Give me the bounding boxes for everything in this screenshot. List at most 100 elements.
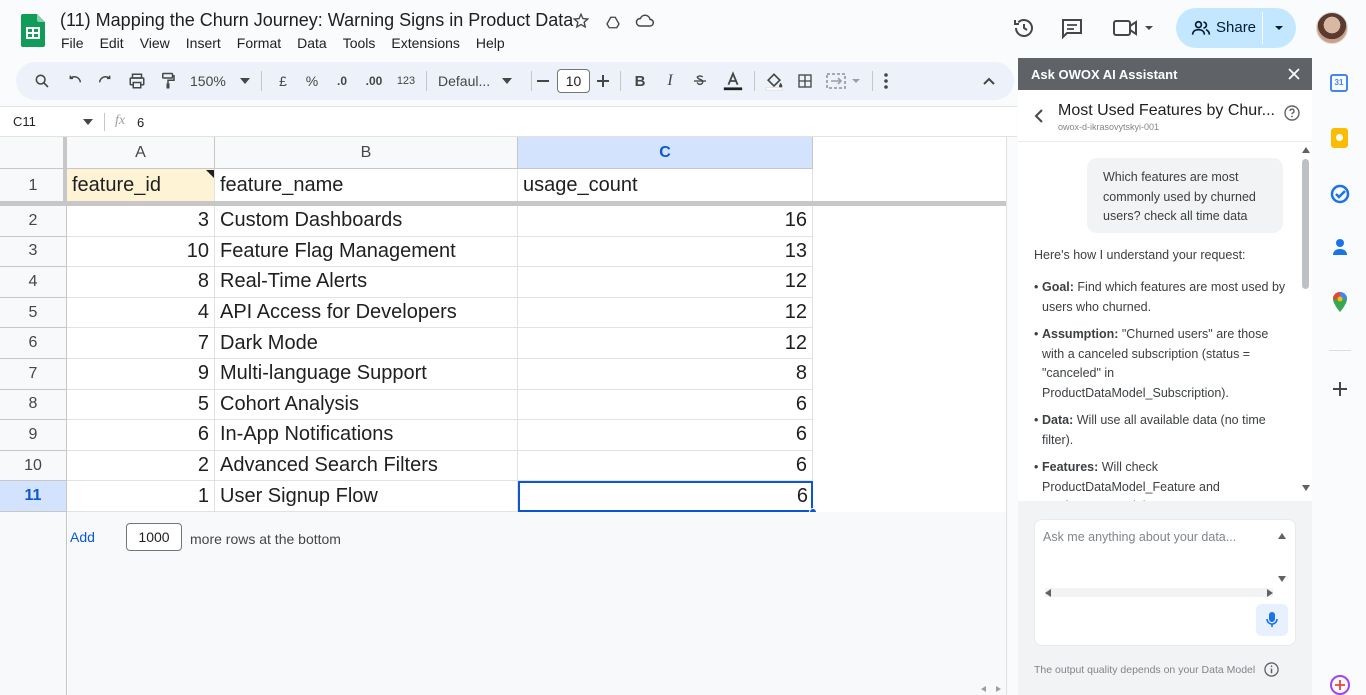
cell-usage-count[interactable]: 13 [518, 236, 813, 268]
comments-icon[interactable] [1060, 16, 1084, 40]
document-title[interactable]: (11) Mapping the Churn Journey: Warning … [60, 10, 573, 31]
cell-feature-id[interactable]: 2 [67, 450, 215, 482]
cell-feature-name[interactable]: Cohort Analysis [215, 389, 518, 421]
decrease-font-size-icon[interactable] [534, 62, 552, 100]
paint-format-icon[interactable] [154, 62, 182, 100]
cell-usage-count[interactable]: 6 [518, 450, 813, 482]
more-options-icon[interactable] [876, 62, 896, 100]
cell-feature-name[interactable]: Feature Flag Management [215, 236, 518, 268]
decrease-decimal-button[interactable]: .0 [328, 62, 356, 100]
cell-usage-count[interactable]: 6 [518, 389, 813, 421]
meet-video-icon[interactable] [1112, 16, 1156, 40]
cell-feature-name[interactable]: User Signup Flow [215, 481, 518, 512]
add-apps-icon[interactable] [1332, 381, 1348, 397]
cell-feature-id[interactable]: 10 [67, 236, 215, 268]
input-scroll-right-icon[interactable] [1267, 589, 1273, 597]
row-header[interactable]: 1 [0, 169, 67, 203]
menu-extensions[interactable]: Extensions [391, 35, 459, 51]
strikethrough-icon[interactable] [688, 62, 712, 100]
maps-icon[interactable] [1332, 292, 1348, 312]
row-header[interactable]: 2 [0, 206, 67, 237]
font-family-select[interactable]: Defaul... [436, 62, 526, 100]
select-all-corner[interactable] [0, 137, 67, 169]
collapse-menus-icon[interactable] [976, 62, 1002, 100]
cell-usage-count[interactable]: 12 [518, 328, 813, 359]
cell-feature-id[interactable]: 8 [67, 267, 215, 298]
input-scroll-left-icon[interactable] [1045, 589, 1051, 597]
cell-feature-id[interactable]: 7 [67, 328, 215, 359]
calendar-icon[interactable]: 31 [1330, 74, 1348, 92]
share-button[interactable]: Share [1176, 8, 1296, 48]
column-header-b[interactable]: B [215, 137, 518, 169]
increase-decimal-button[interactable]: .00 [358, 62, 390, 100]
input-scroll-down-icon[interactable] [1278, 576, 1286, 582]
row-header[interactable]: 9 [0, 420, 67, 451]
info-icon[interactable] [1264, 662, 1279, 677]
horizontal-scroll-arrows[interactable] [976, 682, 1006, 695]
version-history-icon[interactable] [1012, 16, 1036, 40]
tasks-icon[interactable] [1330, 184, 1350, 204]
cell-feature-id[interactable]: 6 [67, 420, 215, 451]
sheets-logo-icon[interactable] [21, 14, 45, 47]
formula-input[interactable]: 6 [137, 115, 144, 130]
back-arrow-icon[interactable] [1034, 109, 1043, 123]
increase-font-size-icon[interactable] [594, 62, 612, 100]
add-rows-button[interactable]: Add [70, 529, 95, 545]
keep-icon[interactable] [1331, 128, 1348, 148]
row-header[interactable]: 5 [0, 297, 67, 329]
row-header[interactable]: 11 [0, 481, 67, 512]
share-dropdown-icon[interactable] [1274, 24, 1284, 32]
row-header[interactable]: 6 [0, 328, 67, 359]
cell-feature-name[interactable]: API Access for Developers [215, 297, 518, 329]
print-icon[interactable] [123, 62, 151, 100]
scroll-down-icon[interactable] [1302, 485, 1310, 491]
cell-feature-name[interactable]: Real-Time Alerts [215, 267, 518, 298]
menu-format[interactable]: Format [237, 35, 281, 51]
contacts-icon[interactable] [1332, 238, 1348, 256]
avatar[interactable] [1316, 12, 1348, 44]
menu-view[interactable]: View [140, 35, 170, 51]
header-cell-feature-name[interactable]: feature_name [215, 169, 518, 203]
menu-data[interactable]: Data [297, 35, 327, 51]
cell-feature-name[interactable]: Advanced Search Filters [215, 450, 518, 482]
menu-help[interactable]: Help [476, 35, 505, 51]
cell-usage-count[interactable]: 16 [518, 206, 813, 237]
text-color-icon[interactable] [719, 62, 747, 100]
row-header[interactable]: 8 [0, 389, 67, 421]
cell-usage-count[interactable]: 12 [518, 297, 813, 329]
cell-feature-id[interactable]: 3 [67, 206, 215, 237]
zoom-select[interactable]: 150% [186, 62, 258, 100]
star-icon[interactable] [572, 12, 590, 30]
column-header-c[interactable]: C [518, 137, 813, 169]
help-icon[interactable] [1284, 105, 1300, 121]
cell-feature-id[interactable]: 9 [67, 359, 215, 390]
menu-insert[interactable]: Insert [186, 35, 221, 51]
merge-cells-icon[interactable] [822, 62, 866, 100]
cell-usage-count[interactable]: 6 [518, 481, 813, 512]
row-header[interactable]: 3 [0, 236, 67, 268]
undo-icon[interactable] [62, 62, 88, 100]
chat-scrollbar[interactable] [1300, 145, 1312, 501]
menu-tools[interactable]: Tools [343, 35, 376, 51]
input-hscrollbar[interactable] [1045, 588, 1273, 597]
fill-color-icon[interactable] [760, 62, 788, 100]
number-format-button[interactable]: 123 [392, 62, 420, 100]
row-header[interactable]: 7 [0, 359, 67, 390]
cell-feature-name[interactable]: Dark Mode [215, 328, 518, 359]
cell-feature-id[interactable]: 5 [67, 389, 215, 421]
menu-file[interactable]: File [61, 35, 84, 51]
cell-usage-count[interactable]: 8 [518, 359, 813, 390]
cloud-saved-icon[interactable] [635, 12, 655, 30]
name-box[interactable]: C11 [0, 107, 100, 136]
cell-usage-count[interactable]: 6 [518, 420, 813, 451]
chat-scroll-thumb[interactable] [1302, 159, 1309, 289]
input-scroll-up-icon[interactable] [1278, 533, 1286, 539]
menu-edit[interactable]: Edit [100, 35, 124, 51]
borders-icon[interactable] [792, 62, 818, 100]
row-header[interactable]: 10 [0, 450, 67, 482]
scroll-up-icon[interactable] [1302, 147, 1310, 153]
percent-format-button[interactable]: % [301, 62, 323, 100]
column-header-a[interactable]: A [67, 137, 215, 169]
cell-feature-name[interactable]: In-App Notifications [215, 420, 518, 451]
currency-format-button[interactable]: £ [272, 62, 294, 100]
